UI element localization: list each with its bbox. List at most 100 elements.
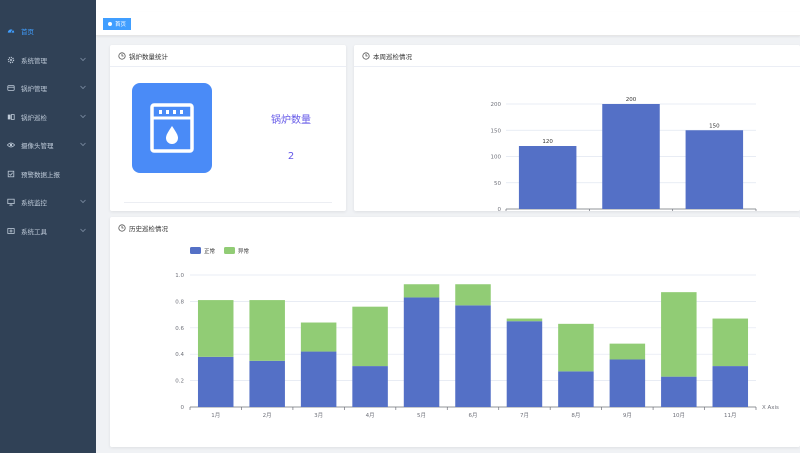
bar-segment[interactable] [300,351,337,407]
sidebar-item-label: 系统管理 [21,56,47,65]
divider [124,202,332,203]
data-label: 150 [709,123,720,129]
bar-segment[interactable] [455,284,491,306]
bar-segment[interactable] [403,297,440,407]
y-tick-label: 0 [498,207,502,211]
bar-segment[interactable] [712,366,749,407]
tag-active-dot [108,22,112,26]
sidebar-item-6[interactable]: 系统监控 [0,188,96,217]
week-inspection-header: 本周巡检情况 [354,45,800,67]
x-tick-label: 3月 [314,412,323,419]
boiler-tile [132,83,212,173]
x-tick-label: 5月 [417,412,426,419]
y-tick-label: 0.6 [175,326,184,332]
chevron-down-icon [80,227,86,235]
y-tick-label: 200 [491,102,502,108]
y-tick-label: 150 [491,128,502,134]
week-inspection-chart: 050100150200120已巡检200待巡检150过期未巡检 [491,97,757,211]
chevron-down-icon [80,141,86,149]
sidebar-item-0[interactable]: 首页 [0,17,96,46]
legend-swatch[interactable] [224,247,235,254]
x-tick-label: 11月 [724,412,737,419]
y-tick-label: 100 [491,155,502,161]
sidebar-item-label: 系统监控 [21,199,47,208]
sidebar-item-label: 锅炉管理 [21,85,47,94]
legend-label: 正常 [204,247,216,255]
bar-segment[interactable] [609,359,646,407]
sidebar-item-label: 锅炉巡检 [21,113,47,122]
sidebar-item-4[interactable]: 摄像头管理 [0,131,96,160]
tag-home[interactable]: 首页 [103,18,132,30]
bar-segment[interactable] [661,292,697,377]
chevron-down-icon [80,113,86,121]
y-tick-label: 0.2 [175,379,184,385]
sidebar-item-label: 预警数据上报 [21,170,60,179]
sidebar-item-label: 系统工具 [21,227,47,236]
x-tick-label: 7月 [520,412,529,419]
eye-icon [6,141,15,150]
boiler-count-title: 锅炉数量统计 [129,52,168,61]
bar-segment[interactable] [506,318,543,322]
week-inspection-title: 本周巡检情况 [373,52,412,61]
y-tick-label: 50 [494,181,501,187]
legend-swatch[interactable] [190,247,201,254]
bar-segment[interactable] [197,356,234,407]
bar-segment[interactable] [455,305,491,407]
navbar [96,0,800,12]
bar-segment[interactable] [506,321,543,407]
bar[interactable] [685,130,744,209]
sidebar-item-7[interactable]: 系统工具 [0,217,96,246]
boiler-icon [6,84,15,93]
bar-segment[interactable] [712,318,749,367]
history-inspection-header: 历史巡检情况 [110,217,800,239]
chevron-down-icon [80,56,86,64]
y-tick-label: 0.8 [175,299,184,305]
bar-segment[interactable] [558,371,594,407]
bar-segment[interactable] [352,366,388,407]
sidebar: 首页系统管理锅炉管理锅炉巡检摄像头管理预警数据上报 系统监控系统工具 [0,0,96,453]
sidebar-item-3[interactable]: 锅炉巡检 [0,103,96,132]
bar-segment[interactable] [197,300,234,357]
main-area: 首页 锅炉数量统计 锅炉数量 2 本周巡检情况 0 50 100 150 200… [96,0,800,453]
x-tick-label: 10月 [673,412,686,419]
legend-label: 异常 [238,247,250,255]
sidebar-item-1[interactable]: 系统管理 [0,46,96,75]
x-tick-label: 2月 [263,412,272,419]
inspection-icon [6,112,15,121]
boiler-icon [150,103,194,153]
checklist-icon [6,169,15,178]
y-tick-label: 1.0 [175,273,184,279]
bar-segment[interactable] [661,376,697,407]
data-label: 120 [542,139,553,145]
bar-segment[interactable] [300,322,337,352]
clock-icon [118,224,126,232]
boiler-count-value: 2 [287,151,295,162]
x-tick-label: 1月 [211,412,220,419]
bar[interactable] [602,104,660,209]
bar-segment[interactable] [609,343,646,360]
week-inspection-card: 本周巡检情况 050100150200120已巡检200待巡检150过期未巡检 [354,45,800,211]
history-inspection-card: 历史巡检情况 正常 异常 0 0.2 0.4 0.6 0.8 1.0 1月 2月 3月 4月 5月 6月 7… [110,217,800,447]
sidebar-item-label: 首页 [21,28,34,37]
boiler-count-card: 锅炉数量统计 锅炉数量 2 [110,45,346,211]
sidebar-item-5[interactable]: 预警数据上报 [0,160,96,189]
tags-view: 首页 [96,12,800,36]
x-tick-label: 9月 [623,412,632,419]
x-axis-label: X Axis [762,405,779,411]
x-tick-label: 4月 [366,412,375,419]
bar-segment[interactable] [352,306,388,367]
sidebar-item-2[interactable]: 锅炉管理 [0,74,96,103]
bar[interactable] [518,146,577,209]
history-inspection-title: 历史巡检情况 [129,225,168,233]
data-label: 200 [626,97,637,103]
bar-segment[interactable] [249,300,285,361]
tag-home-label: 首页 [115,22,127,28]
x-tick-label: 8月 [571,412,580,419]
bar-segment[interactable] [249,360,285,407]
chevron-down-icon [80,198,86,206]
y-tick-label: 0.4 [175,352,184,358]
bar-segment[interactable] [403,284,440,298]
bar-segment[interactable] [558,323,594,372]
y-tick-label: 0 [181,405,185,411]
